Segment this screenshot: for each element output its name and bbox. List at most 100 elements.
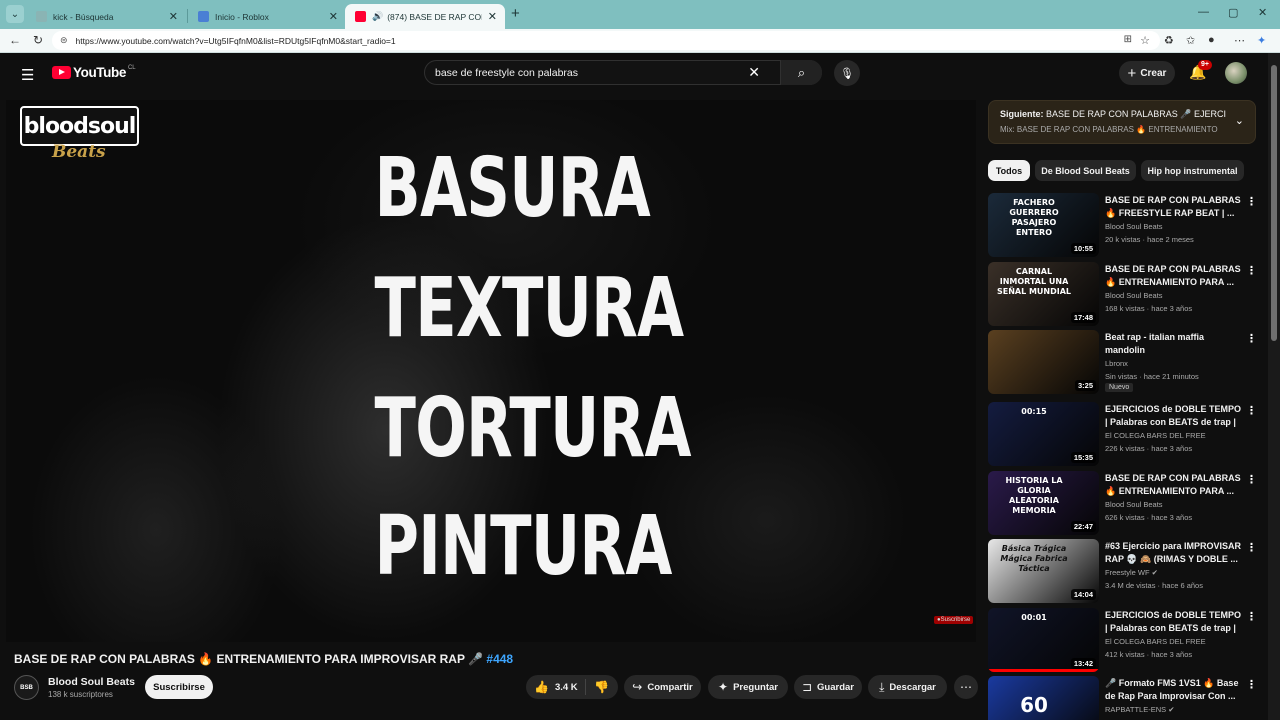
chip-blood-soul-beats[interactable]: De Blood Soul Beats <box>1035 160 1136 181</box>
apps-icon[interactable]: ⊞ <box>1124 34 1132 45</box>
recommendation-card[interactable]: Básica Trágica Mágica Fabrica Táctica 14:… <box>988 539 1257 603</box>
search-input[interactable]: base de freestyle con palabras <box>435 67 748 79</box>
tab-close-icon[interactable]: ✕ <box>329 10 338 23</box>
video-thumbnail[interactable]: HISTORIA LA GLORIA ALEATORIA MEMORIA 22:4… <box>988 471 1099 535</box>
channel-name[interactable]: Blood Soul Beats <box>48 676 135 688</box>
recommendation-card[interactable]: 60 🎤 Formato FMS 1VS1 🔥 Base de Rap Para … <box>988 676 1257 720</box>
recommendation-card[interactable]: HISTORIA LA GLORIA ALEATORIA MEMORIA 22:4… <box>988 471 1257 535</box>
recommendation-channel: El COLEGA BARS DEL FREE <box>1105 637 1206 646</box>
account-avatar[interactable] <box>1225 62 1247 84</box>
chevron-down-icon[interactable]: ⌄ <box>1235 114 1244 127</box>
browser-tab-youtube[interactable]: 🔊 (874) BASE DE RAP CON PALABRAS ✕ <box>345 4 505 29</box>
video-thumbnail[interactable]: CARNAL INMORTAL UNA SEÑAL MUNDIAL 17:48 <box>988 262 1099 326</box>
video-player[interactable]: bloodsoul Beats BASURA TEXTURA TORTURA P… <box>6 100 976 642</box>
close-window-button[interactable]: ✕ <box>1258 6 1267 19</box>
page-scrollbar[interactable] <box>1268 53 1280 720</box>
recommendation-card[interactable]: 00:15 15:35 EJERCICIOS de DOBLE TEMPO | Pa… <box>988 402 1257 466</box>
reload-icon[interactable]: ↻ <box>33 33 43 47</box>
more-vertical-icon[interactable]: ⋮ <box>1246 610 1257 623</box>
download-label: Descargar <box>889 681 936 693</box>
extension-icon[interactable]: ♻ <box>1164 34 1174 47</box>
video-thumbnail[interactable]: 00:15 15:35 <box>988 402 1099 466</box>
chip-todos[interactable]: Todos <box>988 160 1030 181</box>
recommendation-title[interactable]: BASE DE RAP CON PALABRAS 🔥 ENTRENAMIENTO… <box>1105 472 1243 498</box>
search-box[interactable]: base de freestyle con palabras ✕ ⌕ <box>424 60 822 85</box>
recommendation-card[interactable]: CARNAL INMORTAL UNA SEÑAL MUNDIAL 17:48 BA… <box>988 262 1257 326</box>
maximize-button[interactable]: ▢ <box>1228 6 1238 19</box>
video-thumbnail[interactable]: Básica Trágica Mágica Fabrica Táctica 14:… <box>988 539 1099 603</box>
thumbs-up-icon: 👍 <box>534 680 549 694</box>
like-button[interactable]: 👍 3.4 K <box>526 679 586 695</box>
recommendation-title[interactable]: EJERCICIOS de DOBLE TEMPO | Palabras con… <box>1105 403 1243 429</box>
address-bar[interactable]: ⊜ https://www.youtube.com/watch?v=Utg5IF… <box>52 31 1160 50</box>
favorites-icon[interactable]: ✩ <box>1186 34 1195 47</box>
video-thumbnail[interactable]: 60 <box>988 676 1099 720</box>
video-hashtag-link[interactable]: #448 <box>486 652 513 666</box>
video-thumbnail[interactable]: 00:01 13:42 <box>988 608 1099 672</box>
recommendation-meta: 20 k vistas · hace 2 meses <box>1105 235 1194 244</box>
browser-tab-kick[interactable]: kick - Búsqueda ✕ <box>26 4 186 29</box>
site-info-icon[interactable]: ⊜ <box>60 35 68 46</box>
recommendation-title[interactable]: Beat rap - italian maffia mandolin <box>1105 331 1243 357</box>
new-tab-button[interactable]: + <box>511 5 520 22</box>
save-button[interactable]: ⊐ Guardar <box>794 675 862 699</box>
subscribe-watermark[interactable]: ●Suscribirse <box>934 616 974 624</box>
more-vertical-icon[interactable]: ⋮ <box>1246 332 1257 345</box>
share-button[interactable]: ↪ Compartir <box>624 675 701 699</box>
channel-avatar[interactable]: BSB <box>14 675 39 700</box>
more-vertical-icon[interactable]: ⋮ <box>1246 678 1257 691</box>
recommendation-card[interactable]: FACHERO GUERRERO PASAJERO ENTERO 10:55 BAS… <box>988 193 1257 257</box>
ask-button[interactable]: ✦ Preguntar <box>708 675 788 699</box>
dislike-button[interactable]: 👎 <box>594 680 609 694</box>
up-next-panel[interactable]: Siguiente: BASE DE RAP CON PALABRAS 🎤 EJ… <box>988 100 1256 144</box>
more-vertical-icon[interactable]: ⋮ <box>1246 541 1257 554</box>
recommendation-meta: Sin vistas · hace 21 minutos <box>1105 372 1199 381</box>
recommendation-channel: Lbronx <box>1105 359 1128 368</box>
youtube-favicon-icon <box>355 11 366 22</box>
subscriber-count: 138 k suscriptores <box>48 690 113 699</box>
subscribe-button[interactable]: Suscribirse <box>145 675 213 699</box>
recommendation-title[interactable]: BASE DE RAP CON PALABRAS 🔥 FREESTYLE RAP… <box>1105 194 1243 220</box>
minimize-button[interactable]: — <box>1198 6 1209 18</box>
recommendation-title[interactable]: #63 Ejercicio para IMPROVISAR RAP 💀 🙈 (R… <box>1105 540 1243 566</box>
brand-logo-text: bloodsoul <box>20 106 139 146</box>
back-icon[interactable]: ← <box>9 33 21 47</box>
voice-search-button[interactable]: 🎙 <box>834 60 860 86</box>
more-vertical-icon[interactable]: ⋮ <box>1246 404 1257 417</box>
youtube-logo[interactable]: YouTube CL <box>52 65 136 80</box>
download-button[interactable]: ⤓ Descargar <box>868 675 947 699</box>
profile-icon[interactable]: ● <box>1208 34 1215 46</box>
tab-close-icon[interactable]: ✕ <box>169 10 178 23</box>
more-vertical-icon[interactable]: ⋮ <box>1246 195 1257 208</box>
menu-icon[interactable]: ☰ <box>21 66 34 84</box>
copilot-icon[interactable]: ✦ <box>1257 34 1266 47</box>
recommendation-title[interactable]: EJERCICIOS de DOBLE TEMPO | Palabras con… <box>1105 609 1243 635</box>
more-vertical-icon[interactable]: ⋮ <box>1246 473 1257 486</box>
search-button[interactable]: ⌕ <box>780 60 822 85</box>
share-icon: ↪ <box>632 680 643 694</box>
download-icon: ⤓ <box>879 679 885 694</box>
video-thumbnail[interactable]: 3:25 <box>988 330 1099 394</box>
tab-close-icon[interactable]: ✕ <box>488 10 497 23</box>
video-word-1: BASURA <box>374 141 651 236</box>
bookmark-star-icon[interactable]: ☆ <box>1140 34 1150 47</box>
url-text[interactable]: https://www.youtube.com/watch?v=Utg5IFqf… <box>76 36 396 46</box>
notifications-button[interactable]: 🔔 9+ <box>1189 60 1212 81</box>
share-label: Compartir <box>647 681 693 693</box>
browser-tab-roblox[interactable]: Inicio - Roblox ✕ <box>188 4 346 29</box>
speaker-icon[interactable]: 🔊 <box>372 11 383 22</box>
video-thumbnail[interactable]: FACHERO GUERRERO PASAJERO ENTERO 10:55 <box>988 193 1099 257</box>
recommendation-card[interactable]: 00:01 13:42 EJERCICIOS de DOBLE TEMPO | Pa… <box>988 608 1257 672</box>
recommendation-title[interactable]: 🎤 Formato FMS 1VS1 🔥 Base de Rap Para Im… <box>1105 677 1243 703</box>
clear-search-icon[interactable]: ✕ <box>748 64 760 81</box>
scrollbar-thumb[interactable] <box>1271 65 1277 341</box>
more-actions-button[interactable]: ⋯ <box>954 675 978 699</box>
create-button[interactable]: + Crear <box>1119 61 1175 85</box>
chip-hip-hop-instrumental[interactable]: Hip hop instrumental <box>1141 160 1244 181</box>
more-vertical-icon[interactable]: ⋮ <box>1246 264 1257 277</box>
browser-menu-icon[interactable]: ⋯ <box>1234 34 1245 47</box>
recommendation-card[interactable]: 3:25 Beat rap - italian maffia mandolin Lb… <box>988 330 1257 394</box>
save-label: Guardar <box>817 681 855 693</box>
recommendation-title[interactable]: BASE DE RAP CON PALABRAS 🔥 ENTRENAMIENTO… <box>1105 263 1243 289</box>
tab-search-icon[interactable]: ⌄ <box>6 5 24 23</box>
